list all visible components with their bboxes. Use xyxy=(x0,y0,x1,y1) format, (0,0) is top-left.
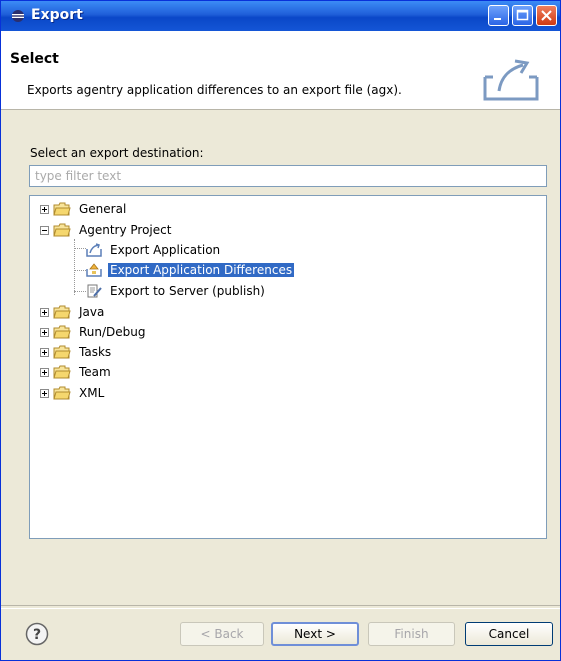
wizard-header: Select Exports agentry application diffe… xyxy=(1,31,560,110)
tree-item-java[interactable]: Java xyxy=(40,303,106,321)
back-button[interactable]: < Back xyxy=(180,622,264,646)
footer-divider xyxy=(1,605,560,609)
folder-icon xyxy=(53,325,71,339)
close-button[interactable] xyxy=(536,5,557,26)
close-icon xyxy=(541,10,552,21)
svg-text:?: ? xyxy=(33,627,41,643)
expand-icon[interactable] xyxy=(40,204,49,214)
filter-input[interactable] xyxy=(29,165,547,187)
tree-item-label: Team xyxy=(79,365,111,379)
tree-item-team[interactable]: Team xyxy=(40,363,113,381)
export-wizard-icon xyxy=(483,59,539,101)
export-icon xyxy=(86,243,102,257)
tree-item-label: Run/Debug xyxy=(79,325,146,339)
publish-icon xyxy=(87,284,102,298)
tree-item-xml[interactable]: XML xyxy=(40,384,106,402)
collapse-icon[interactable] xyxy=(40,225,49,235)
help-icon[interactable]: ? xyxy=(25,622,49,646)
next-button[interactable]: Next > xyxy=(271,622,359,646)
tree-item-run-debug[interactable]: Run/Debug xyxy=(40,323,148,341)
expand-icon[interactable] xyxy=(40,327,49,337)
expand-icon[interactable] xyxy=(40,388,49,398)
maximize-button[interactable] xyxy=(512,5,533,26)
folder-icon xyxy=(53,386,71,400)
tree-item-label: Java xyxy=(79,305,105,319)
tree-item-general[interactable]: General xyxy=(40,200,128,218)
cancel-button[interactable]: Cancel xyxy=(465,622,553,646)
tree-item-label: Agentry Project xyxy=(79,223,172,237)
page-description: Exports agentry application differences … xyxy=(27,83,402,97)
destination-tree[interactable]: General Agentry Project Export Applicati… xyxy=(29,195,547,539)
tree-item-label: Export Application xyxy=(110,243,221,257)
window-title: Export xyxy=(31,7,83,23)
tree-item-label: General xyxy=(79,202,127,216)
tree-item-label: Tasks xyxy=(79,345,112,359)
tree-item-export-to-server[interactable]: Export to Server (publish) xyxy=(86,282,267,300)
tree-connector xyxy=(74,291,86,292)
expand-icon[interactable] xyxy=(40,347,49,357)
page-title: Select xyxy=(10,51,59,67)
folder-icon xyxy=(53,305,71,319)
folder-icon xyxy=(53,202,71,216)
tree-item-agentry-project[interactable]: Agentry Project xyxy=(40,221,173,239)
tree-item-label-selected: Export Application Differences xyxy=(108,263,295,277)
tree-connector xyxy=(74,270,86,271)
tree-item-export-application[interactable]: Export Application xyxy=(86,241,222,259)
minimize-icon xyxy=(494,18,501,20)
expand-icon[interactable] xyxy=(40,367,49,377)
title-bar[interactable]: Export xyxy=(1,1,560,31)
tree-item-tasks[interactable]: Tasks xyxy=(40,343,113,361)
finish-button[interactable]: Finish xyxy=(368,622,455,646)
tree-connector xyxy=(74,248,86,249)
destination-label: Select an export destination: xyxy=(30,146,204,160)
folder-icon xyxy=(53,365,71,379)
tree-item-label: XML xyxy=(79,386,105,400)
export-dialog: Export Select Exports agentry applicatio… xyxy=(0,0,561,661)
export-differences-icon xyxy=(86,263,102,277)
tree-item-export-application-differences[interactable]: Export Application Differences xyxy=(86,261,295,279)
expand-icon[interactable] xyxy=(40,307,49,317)
maximize-icon xyxy=(516,9,529,21)
folder-icon xyxy=(53,345,71,359)
eclipse-icon xyxy=(12,10,24,22)
tree-item-label: Export to Server (publish) xyxy=(110,284,265,298)
minimize-button[interactable] xyxy=(488,5,509,26)
folder-open-icon xyxy=(53,223,71,237)
